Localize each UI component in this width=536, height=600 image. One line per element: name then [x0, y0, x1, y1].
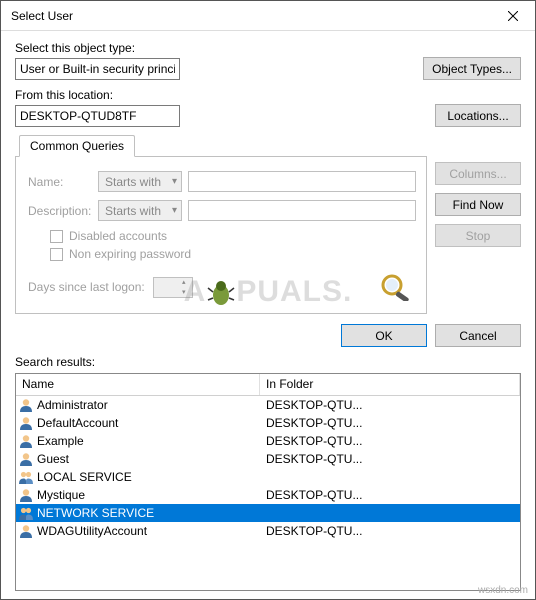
tab-common-queries[interactable]: Common Queries	[19, 135, 135, 157]
disabled-accounts-checkbox[interactable]	[50, 230, 63, 243]
row-folder: DESKTOP-QTU...	[262, 434, 518, 448]
table-row[interactable]: WDAGUtilityAccount DESKTOP-QTU...	[16, 522, 520, 540]
row-name: DefaultAccount	[37, 416, 118, 430]
locations-button[interactable]: Locations...	[435, 104, 521, 127]
row-name-cell: Example	[18, 433, 262, 449]
users-group-icon	[18, 505, 34, 521]
non-expiring-checkbox[interactable]	[50, 248, 63, 261]
object-type-input[interactable]	[15, 58, 180, 80]
close-button[interactable]	[490, 1, 535, 31]
row-name: NETWORK SERVICE	[37, 506, 154, 520]
table-row[interactable]: NETWORK SERVICE	[16, 504, 520, 522]
row-name: WDAGUtilityAccount	[37, 524, 147, 538]
row-name: Mystique	[37, 488, 85, 502]
table-row[interactable]: Administrator DESKTOP-QTU...	[16, 396, 520, 414]
row-name-cell: Guest	[18, 451, 262, 467]
window-title: Select User	[11, 9, 73, 23]
find-now-button[interactable]: Find Now	[435, 193, 521, 216]
location-label: From this location:	[15, 88, 521, 102]
object-types-button[interactable]: Object Types...	[423, 57, 521, 80]
search-results-label: Search results:	[15, 355, 521, 369]
user-icon	[18, 523, 34, 539]
close-icon	[508, 11, 518, 21]
cq-desc-input[interactable]	[188, 200, 416, 221]
cq-desc-label: Description:	[28, 204, 92, 218]
chevron-up-icon: ▴	[176, 277, 192, 287]
row-name: Guest	[37, 452, 69, 466]
table-row[interactable]: LOCAL SERVICE	[16, 468, 520, 486]
side-buttons: Columns... Find Now Stop	[435, 162, 521, 247]
cq-name-mode-combo[interactable]: Starts with ▾	[98, 171, 182, 192]
row-name: LOCAL SERVICE	[37, 470, 132, 484]
disabled-accounts-label: Disabled accounts	[69, 229, 167, 243]
column-name[interactable]: Name	[16, 374, 260, 395]
user-icon	[18, 451, 34, 467]
columns-button: Columns...	[435, 162, 521, 185]
cq-name-input[interactable]	[188, 171, 416, 192]
user-icon	[18, 415, 34, 431]
row-folder: DESKTOP-QTU...	[262, 488, 518, 502]
non-expiring-label: Non expiring password	[69, 247, 191, 261]
column-folder[interactable]: In Folder	[260, 374, 520, 395]
days-since-logon-label: Days since last logon:	[28, 280, 145, 294]
location-input[interactable]	[15, 105, 180, 127]
object-type-label: Select this object type:	[15, 41, 521, 55]
cancel-button[interactable]: Cancel	[435, 324, 521, 347]
user-icon	[18, 487, 34, 503]
row-name-cell: LOCAL SERVICE	[18, 469, 262, 485]
row-folder: DESKTOP-QTU...	[262, 398, 518, 412]
user-icon	[18, 433, 34, 449]
row-name-cell: WDAGUtilityAccount	[18, 523, 262, 539]
row-name-cell: NETWORK SERVICE	[18, 505, 262, 521]
row-name-cell: DefaultAccount	[18, 415, 262, 431]
table-row[interactable]: Mystique DESKTOP-QTU...	[16, 486, 520, 504]
row-name: Example	[37, 434, 84, 448]
search-results-list[interactable]: Name In Folder Administrator DESKTOP-QTU.…	[15, 373, 521, 591]
common-queries-group: Name: Starts with ▾ Description: Starts …	[15, 156, 427, 314]
user-icon	[18, 397, 34, 413]
table-row[interactable]: DefaultAccount DESKTOP-QTU...	[16, 414, 520, 432]
row-folder: DESKTOP-QTU...	[262, 416, 518, 430]
cq-name-label: Name:	[28, 175, 92, 189]
row-folder: DESKTOP-QTU...	[262, 524, 518, 538]
row-folder: DESKTOP-QTU...	[262, 452, 518, 466]
dialog-content: Select this object type: Object Types...…	[1, 31, 535, 599]
users-group-icon	[18, 469, 34, 485]
chevron-down-icon: ▾	[172, 176, 177, 187]
common-queries-tabs: Common Queries	[19, 135, 521, 157]
cq-desc-mode-combo[interactable]: Starts with ▾	[98, 200, 182, 221]
results-header[interactable]: Name In Folder	[16, 374, 520, 396]
days-since-logon-spinner[interactable]: ▴▾	[153, 277, 193, 298]
table-row[interactable]: Guest DESKTOP-QTU...	[16, 450, 520, 468]
magnifier-icon	[376, 273, 416, 301]
stop-button: Stop	[435, 224, 521, 247]
ok-button[interactable]: OK	[341, 324, 427, 347]
chevron-down-icon: ▾	[172, 205, 177, 216]
row-name-cell: Mystique	[18, 487, 262, 503]
results-body[interactable]: AdministratorDESKTOP-QTU...DefaultAccoun…	[16, 396, 520, 590]
title-bar: Select User	[1, 1, 535, 31]
row-name-cell: Administrator	[18, 397, 262, 413]
chevron-down-icon: ▾	[176, 287, 192, 297]
row-name: Administrator	[37, 398, 108, 412]
select-user-dialog: Select User Select this object type: Obj…	[0, 0, 536, 600]
table-row[interactable]: Example DESKTOP-QTU...	[16, 432, 520, 450]
